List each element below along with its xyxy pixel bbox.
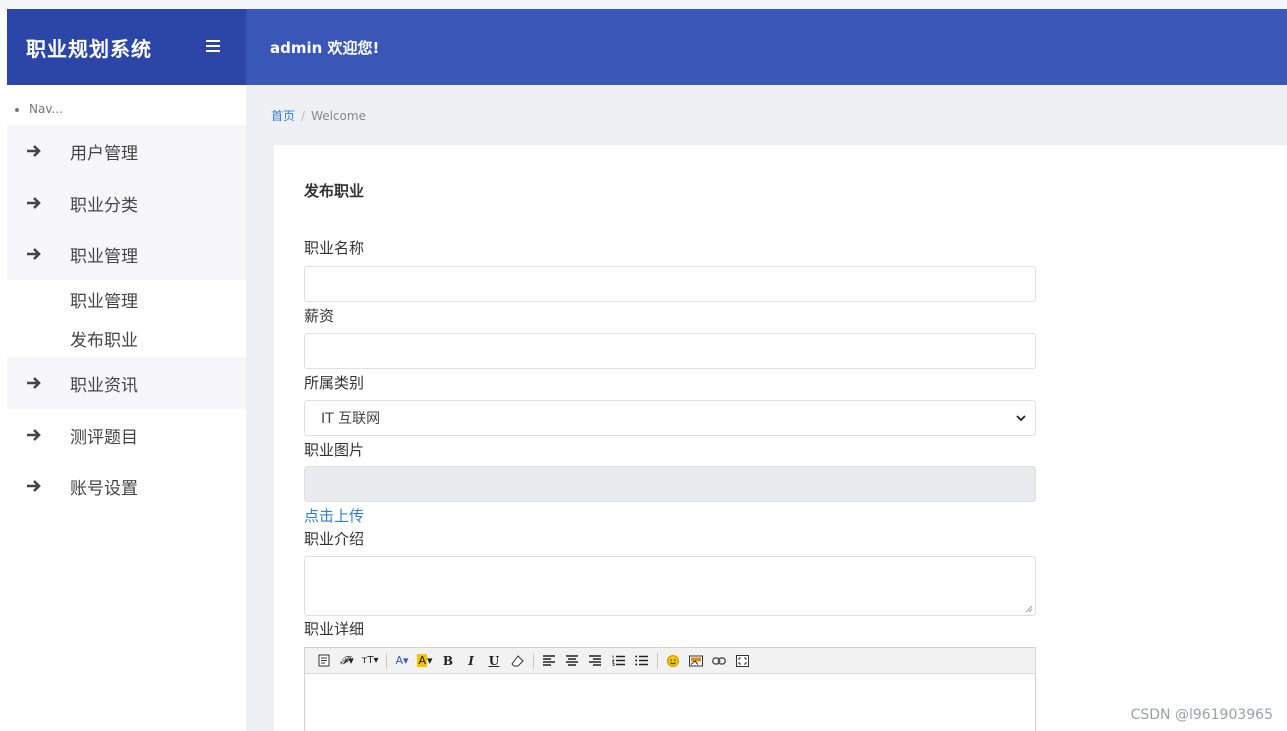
nav-title: Nav... — [29, 102, 63, 116]
font-color-icon[interactable]: A▾ — [391, 651, 413, 671]
sidebar-item-assessment-questions[interactable]: 测评题目 — [7, 409, 246, 461]
resize-grip-icon[interactable] — [1025, 605, 1033, 613]
salary-label: 薪资 — [304, 307, 335, 325]
toolbar-separator — [533, 652, 534, 669]
career-name-input[interactable] — [304, 266, 1036, 302]
menu-toggle-icon[interactable] — [206, 40, 220, 52]
underline-icon[interactable]: U — [483, 651, 505, 671]
sidebar: Nav... 用户管理 职业分类 职业管理 职业管理 发布职业 职业资讯 测评题… — [7, 85, 246, 731]
image-icon[interactable] — [685, 651, 707, 671]
align-center-icon[interactable] — [561, 651, 583, 671]
sidebar-item-user-management[interactable]: 用户管理 — [7, 125, 246, 177]
chevron-down-icon — [1016, 415, 1026, 422]
bold-icon[interactable]: B — [437, 651, 459, 671]
font-family-icon[interactable]: 𝓕▾ — [336, 651, 358, 671]
app-title: 职业规划系统 — [26, 36, 152, 61]
editor-toolbar: 𝓕▾ тT▾ A▾ A ▾ B I U — [305, 648, 1035, 674]
main-content: 首页 / Welcome 发布职业 职业名称 薪资 所属类别 IT 互联网 职业图片… — [246, 85, 1287, 731]
upload-link[interactable]: 点击上传 — [304, 505, 364, 526]
name-label: 职业名称 — [304, 239, 365, 257]
intro-textarea[interactable] — [304, 556, 1036, 616]
breadcrumb-current: Welcome — [311, 109, 366, 123]
ordered-list-icon[interactable] — [607, 651, 629, 671]
category-selected-value: IT 互联网 — [321, 411, 381, 427]
editor-content-area[interactable] — [305, 674, 1035, 731]
brand-bar: 职业规划系统 — [7, 9, 246, 85]
sidebar-subitem-publish-career[interactable]: 发布职业 — [70, 326, 138, 351]
welcome-text: admin 欢迎您! — [270, 38, 380, 57]
emoticon-icon[interactable] — [662, 651, 684, 671]
form-card: 发布职业 职业名称 薪资 所属类别 IT 互联网 职业图片 点击上传 职业介绍 … — [274, 145, 1287, 731]
sidebar-item-career-category[interactable]: 职业分类 — [7, 177, 246, 229]
arrow-right-icon — [27, 429, 41, 441]
image-path-input — [304, 466, 1036, 502]
font-size-icon[interactable]: тT▾ — [359, 651, 381, 671]
align-left-icon[interactable] — [538, 651, 560, 671]
header-bar: admin 欢迎您! — [246, 9, 1287, 85]
sidebar-item-label: 用户管理 — [70, 143, 138, 164]
sidebar-subitem-career-management[interactable]: 职业管理 — [70, 287, 138, 312]
detail-label: 职业详细 — [304, 620, 365, 638]
sidebar-item-career-management[interactable]: 职业管理 — [7, 228, 246, 280]
image-label: 职业图片 — [304, 441, 365, 459]
sidebar-item-label: 账号设置 — [70, 478, 138, 499]
arrow-right-icon — [27, 248, 41, 260]
unordered-list-icon[interactable] — [630, 651, 652, 671]
arrow-right-icon — [27, 145, 41, 157]
source-icon[interactable] — [313, 651, 335, 671]
sidebar-item-account-settings[interactable]: 账号设置 — [7, 460, 246, 512]
nav-bullet — [15, 108, 19, 112]
italic-icon[interactable]: I — [460, 651, 482, 671]
form-title: 发布职业 — [304, 182, 365, 200]
breadcrumb: 首页 / Welcome — [271, 107, 366, 124]
intro-label: 职业介绍 — [304, 530, 365, 548]
rich-text-editor[interactable]: 𝓕▾ тT▾ A▾ A ▾ B I U — [304, 647, 1036, 731]
toolbar-separator — [657, 652, 658, 669]
watermark: CSDN @l961903965 — [1130, 707, 1273, 723]
salary-input[interactable] — [304, 333, 1036, 369]
breadcrumb-home-link[interactable]: 首页 — [271, 109, 295, 123]
fullscreen-icon[interactable] — [731, 651, 753, 671]
sidebar-item-career-news[interactable]: 职业资讯 — [7, 357, 246, 409]
sidebar-item-label: 职业管理 — [70, 246, 138, 267]
align-right-icon[interactable] — [584, 651, 606, 671]
sidebar-item-label: 职业分类 — [70, 195, 138, 216]
category-label: 所属类别 — [304, 374, 365, 392]
breadcrumb-separator: / — [301, 109, 306, 123]
link-icon[interactable] — [708, 651, 730, 671]
toolbar-separator — [386, 652, 387, 669]
remove-format-icon[interactable] — [506, 651, 528, 671]
sidebar-item-label: 测评题目 — [70, 427, 138, 448]
category-select[interactable]: IT 互联网 — [304, 400, 1036, 436]
top-strip — [0, 0, 1287, 9]
arrow-right-icon — [27, 197, 41, 209]
arrow-right-icon — [27, 480, 41, 492]
background-color-icon[interactable]: A ▾ — [414, 651, 436, 671]
arrow-right-icon — [27, 377, 41, 389]
sidebar-item-label: 职业资讯 — [70, 375, 138, 396]
